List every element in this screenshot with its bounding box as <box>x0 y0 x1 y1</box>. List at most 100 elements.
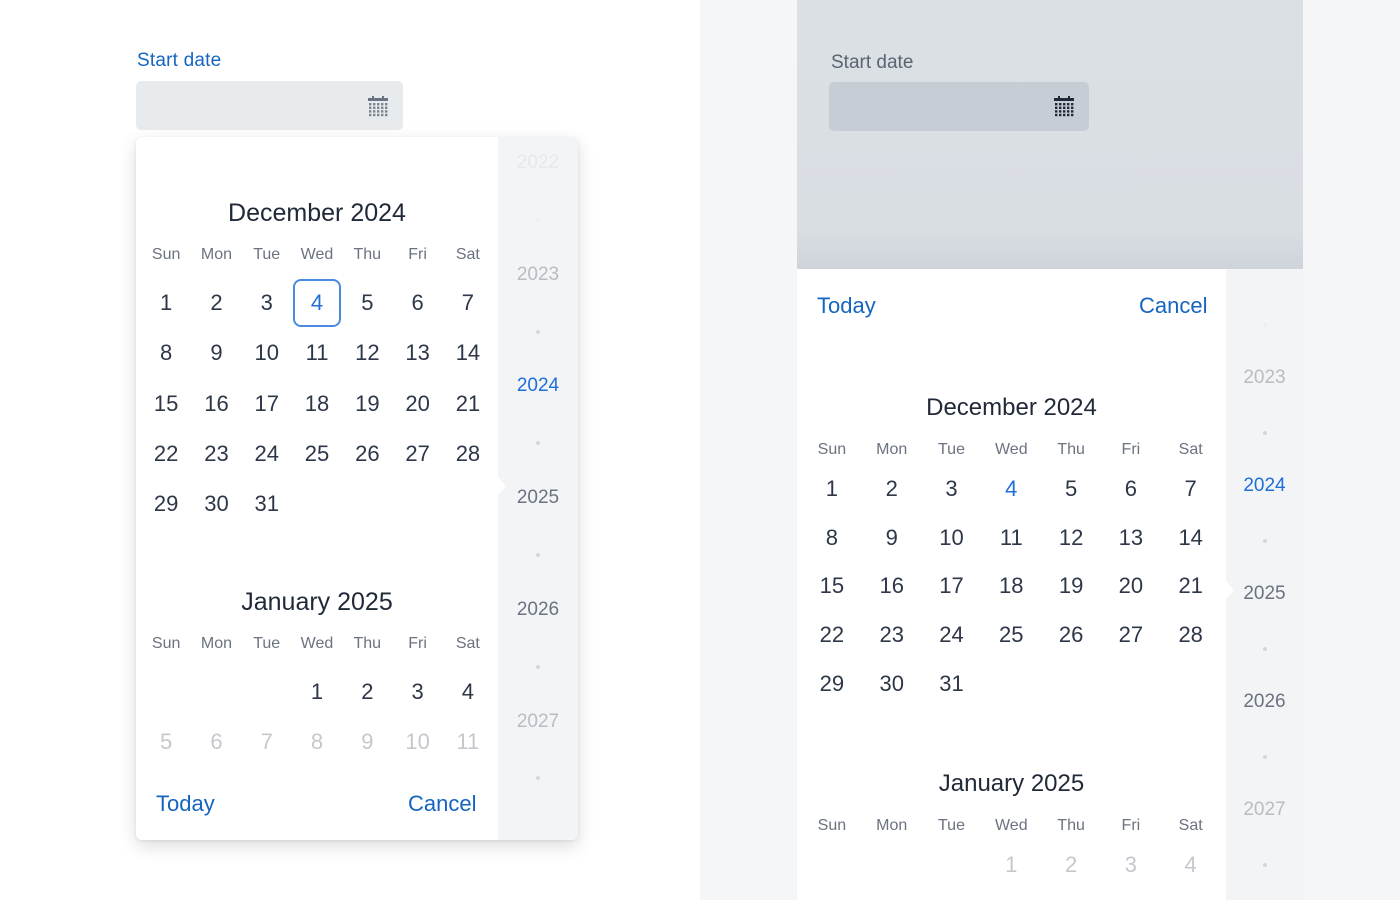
year-option[interactable]: 2025 <box>1226 583 1303 605</box>
day-cell[interactable]: 3 <box>392 667 442 717</box>
cancel-button[interactable]: Cancel <box>408 791 476 817</box>
year-option[interactable]: 2026 <box>498 599 578 621</box>
day-cell[interactable]: 6 <box>392 278 442 328</box>
day-cell[interactable]: 2 <box>342 667 392 717</box>
day-cell[interactable]: 27 <box>1101 611 1161 660</box>
day-cell[interactable]: 4 <box>1161 841 1221 890</box>
year-option[interactable]: 2023 <box>1226 367 1303 389</box>
day-cell[interactable]: 15 <box>141 379 191 429</box>
year-option[interactable]: 2024 <box>1226 475 1303 497</box>
day-cell[interactable]: 2 <box>1041 841 1101 890</box>
year-option[interactable]: 2027 <box>1226 799 1303 821</box>
day-cell[interactable]: 8 <box>802 514 862 563</box>
day-cell[interactable]: 31 <box>242 479 292 529</box>
day-cell[interactable]: 30 <box>862 659 922 708</box>
dimmed-backdrop[interactable]: Start date <box>797 0 1303 269</box>
day-cell[interactable]: 21 <box>443 379 493 429</box>
day-cell[interactable]: 26 <box>1041 611 1101 660</box>
day-cell[interactable]: 20 <box>392 379 442 429</box>
day-cell[interactable]: 23 <box>862 611 922 660</box>
day-cell[interactable]: 16 <box>191 379 241 429</box>
day-cell[interactable]: 3 <box>922 465 982 514</box>
month-scroller[interactable]: December 2024 Sun Mon Tue Wed Thu Fri Sat 1 2 3 4 5 6… <box>136 137 498 840</box>
day-cell[interactable]: 25 <box>292 429 342 479</box>
day-cell[interactable]: 10 <box>392 717 442 767</box>
day-cell[interactable]: 22 <box>802 611 862 660</box>
day-cell[interactable]: 31 <box>922 659 982 708</box>
day-cell[interactable]: 11 <box>981 514 1041 563</box>
day-cell[interactable]: 24 <box>922 611 982 660</box>
day-cell[interactable]: 9 <box>191 328 241 378</box>
day-cell[interactable]: 8 <box>141 328 191 378</box>
year-option[interactable]: 2024 <box>498 375 578 397</box>
day-cell[interactable]: 13 <box>1101 514 1161 563</box>
day-cell[interactable]: 4 <box>981 465 1041 514</box>
day-cell[interactable]: 10 <box>922 514 982 563</box>
day-cell[interactable]: 5 <box>1041 465 1101 514</box>
day-cell[interactable]: 23 <box>191 429 241 479</box>
day-cell[interactable]: 3 <box>242 278 292 328</box>
day-cell[interactable]: 19 <box>342 379 392 429</box>
year-option[interactable]: 2025 <box>498 487 578 509</box>
day-cell[interactable]: 18 <box>292 379 342 429</box>
year-option[interactable]: 2023 <box>498 264 578 286</box>
year-scroller[interactable]: 2023 2024 2025 2026 2027 <box>1226 269 1303 900</box>
month-scroller[interactable]: December 2024 Sun Mon Tue Wed Thu Fri Sat 1 2 3 4 5 6… <box>797 269 1226 900</box>
day-cell[interactable]: 8 <box>292 717 342 767</box>
day-cell[interactable]: 16 <box>862 562 922 611</box>
day-cell[interactable]: 25 <box>981 611 1041 660</box>
day-cell[interactable]: 24 <box>242 429 292 479</box>
day-cell[interactable]: 2 <box>862 465 922 514</box>
day-cell[interactable]: 7 <box>242 717 292 767</box>
day-cell[interactable]: 14 <box>443 328 493 378</box>
day-cell[interactable]: 1 <box>802 465 862 514</box>
day-cell[interactable]: 13 <box>392 328 442 378</box>
day-cell[interactable]: 5 <box>342 278 392 328</box>
year-scroller[interactable]: 2022 2023 2024 2025 2026 2027 <box>498 137 578 840</box>
start-date-input[interactable] <box>829 82 1089 131</box>
day-cell[interactable]: 12 <box>1041 514 1101 563</box>
day-cell[interactable]: 7 <box>443 278 493 328</box>
day-cell[interactable]: 12 <box>342 328 392 378</box>
day-cell[interactable]: 1 <box>292 667 342 717</box>
weekday-header: Sun Mon Tue Wed Thu Fri Sat <box>141 635 493 653</box>
day-cell[interactable]: 9 <box>342 717 392 767</box>
today-button[interactable]: Today <box>156 791 215 817</box>
day-cell[interactable]: 17 <box>242 379 292 429</box>
day-cell[interactable]: 9 <box>862 514 922 563</box>
day-cell[interactable]: 30 <box>191 479 241 529</box>
day-cell[interactable]: 14 <box>1161 514 1221 563</box>
day-cell-selected[interactable]: 4 <box>292 279 342 328</box>
day-cell[interactable]: 28 <box>1161 611 1221 660</box>
day-cell[interactable]: 18 <box>981 562 1041 611</box>
year-option[interactable]: 2026 <box>1226 691 1303 713</box>
day-cell[interactable]: 19 <box>1041 562 1101 611</box>
calendar-icon[interactable] <box>367 95 389 117</box>
day-cell[interactable]: 20 <box>1101 562 1161 611</box>
day-cell[interactable]: 27 <box>392 429 442 479</box>
day-cell[interactable]: 10 <box>242 328 292 378</box>
day-cell[interactable]: 17 <box>922 562 982 611</box>
day-cell[interactable]: 6 <box>191 717 241 767</box>
day-cell[interactable]: 21 <box>1161 562 1221 611</box>
day-cell[interactable]: 29 <box>802 659 862 708</box>
day-cell[interactable]: 11 <box>443 717 493 767</box>
day-cell[interactable]: 6 <box>1101 465 1161 514</box>
day-cell[interactable]: 7 <box>1161 465 1221 514</box>
calendar-icon[interactable] <box>1053 95 1075 117</box>
day-cell[interactable]: 15 <box>802 562 862 611</box>
day-cell[interactable]: 26 <box>342 429 392 479</box>
day-cell[interactable]: 5 <box>141 717 191 767</box>
day-cell[interactable]: 1 <box>981 841 1041 890</box>
day-cell[interactable]: 28 <box>443 429 493 479</box>
day-cell[interactable]: 22 <box>141 429 191 479</box>
day-cell[interactable]: 1 <box>141 278 191 328</box>
start-date-input[interactable] <box>136 81 403 130</box>
day-cell[interactable]: 11 <box>292 328 342 378</box>
day-cell[interactable]: 4 <box>443 667 493 717</box>
year-option[interactable]: 2027 <box>498 711 578 733</box>
day-cell[interactable]: 29 <box>141 479 191 529</box>
year-option[interactable]: 2022 <box>498 152 578 174</box>
day-cell[interactable]: 3 <box>1101 841 1161 890</box>
day-cell[interactable]: 2 <box>191 278 241 328</box>
